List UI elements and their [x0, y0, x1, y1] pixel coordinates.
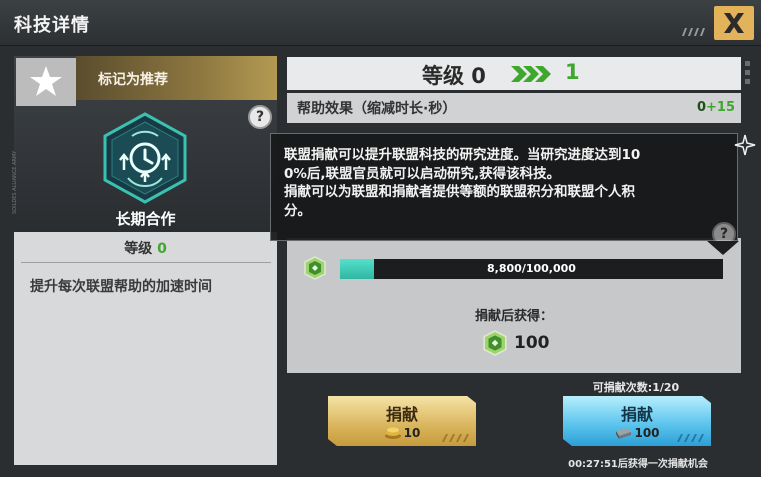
help-effect-row: 帮助效果（缩减时长·秒） 0+15	[287, 93, 741, 123]
sparkle-icon	[734, 134, 756, 156]
window-title: 科技详情	[14, 15, 90, 36]
donate-gold-button[interactable]: 捐献 10	[328, 396, 476, 446]
donate-blue-button[interactable]: 捐献 100	[563, 396, 711, 446]
donate-count-label: 可捐献次数:1/20	[592, 381, 680, 394]
next-level-text: 1	[565, 60, 580, 84]
donation-panel: 8,800/100,000 捐献后获得： 100	[287, 238, 741, 373]
tech-info-panel: 标记为推荐 ? SOILDES ALLIANCE ARMY 长期合作 等级 0 …	[12, 56, 277, 465]
donate-cost-value: 10	[403, 426, 421, 440]
side-watermark: SOILDES ALLIANCE ARMY	[12, 150, 18, 214]
effect-current: 0	[696, 100, 707, 115]
alliance-point-icon	[304, 256, 326, 280]
progress-text: 8,800/100,000	[487, 262, 576, 275]
metal-ingot-icon	[616, 428, 632, 439]
mark-recommend-star-button[interactable]	[16, 58, 76, 106]
tech-detail-screen: 科技详情 标记为推荐 ? SOILDES ALLIANCE ARMY 长期合作 …	[0, 0, 761, 477]
tooltip-line: 0%后,联盟官员就可以启动研究,获得该科技。	[284, 165, 561, 182]
divider	[21, 262, 271, 263]
chevrons-right-icon	[511, 66, 551, 82]
tech-level-label: 等级	[124, 241, 153, 257]
reward-label: 捐献后获得：	[474, 309, 553, 324]
hatch-decoration	[442, 434, 469, 442]
current-level-text: 等级 0	[422, 64, 486, 88]
close-button[interactable]	[714, 6, 754, 40]
star-icon	[30, 66, 62, 96]
tooltip-line: 分。	[284, 202, 311, 219]
title-bar: 科技详情	[0, 0, 761, 46]
tech-description: 提升每次联盟帮助的加速时间	[30, 279, 212, 295]
stripes-decoration	[682, 28, 705, 36]
tech-level-value: 0	[157, 241, 167, 257]
effect-bonus: +15	[706, 100, 735, 115]
donate-label: 捐献	[385, 405, 418, 424]
donate-cost-value: 100	[634, 426, 660, 440]
effect-value: 0+15	[697, 100, 735, 115]
level-header: 等级 0 1	[287, 57, 741, 90]
mark-recommend-bar[interactable]: 标记为推荐	[76, 56, 277, 100]
donation-progress-bar: 8,800/100,000	[340, 259, 723, 279]
reward-value: 100	[514, 333, 550, 353]
dots-decoration	[745, 61, 750, 84]
donate-timer: 00:27:51后获得一次捐献机会	[568, 459, 708, 470]
donate-label: 捐献	[620, 405, 653, 424]
alliance-point-icon	[483, 330, 507, 356]
tooltip-line: 捐献可以为联盟和捐献者提供等额的联盟积分和联盟个人积	[284, 184, 635, 200]
close-x-icon	[724, 13, 744, 33]
hatch-decoration	[677, 434, 704, 442]
help-button[interactable]: ?	[248, 105, 272, 129]
help-tooltip: 联盟捐献可以提升联盟科技的研究进度。当研究进度达到10 0%后,联盟官员就可以启…	[270, 133, 738, 241]
tooltip-tail	[707, 241, 739, 255]
tech-level: 等级 0	[14, 238, 277, 258]
tech-header: 标记为推荐 ? SOILDES ALLIANCE ARMY 长期合作	[12, 56, 277, 232]
mark-recommend-label: 标记为推荐	[98, 72, 168, 88]
tech-name: 长期合作	[115, 210, 176, 228]
alliance-cooperation-icon	[103, 112, 187, 204]
tooltip-line: 联盟捐献可以提升联盟科技的研究进度。当研究进度达到10	[284, 147, 641, 163]
gold-coin-icon	[384, 427, 401, 439]
effect-label: 帮助效果（缩减时长·秒）	[297, 101, 457, 117]
